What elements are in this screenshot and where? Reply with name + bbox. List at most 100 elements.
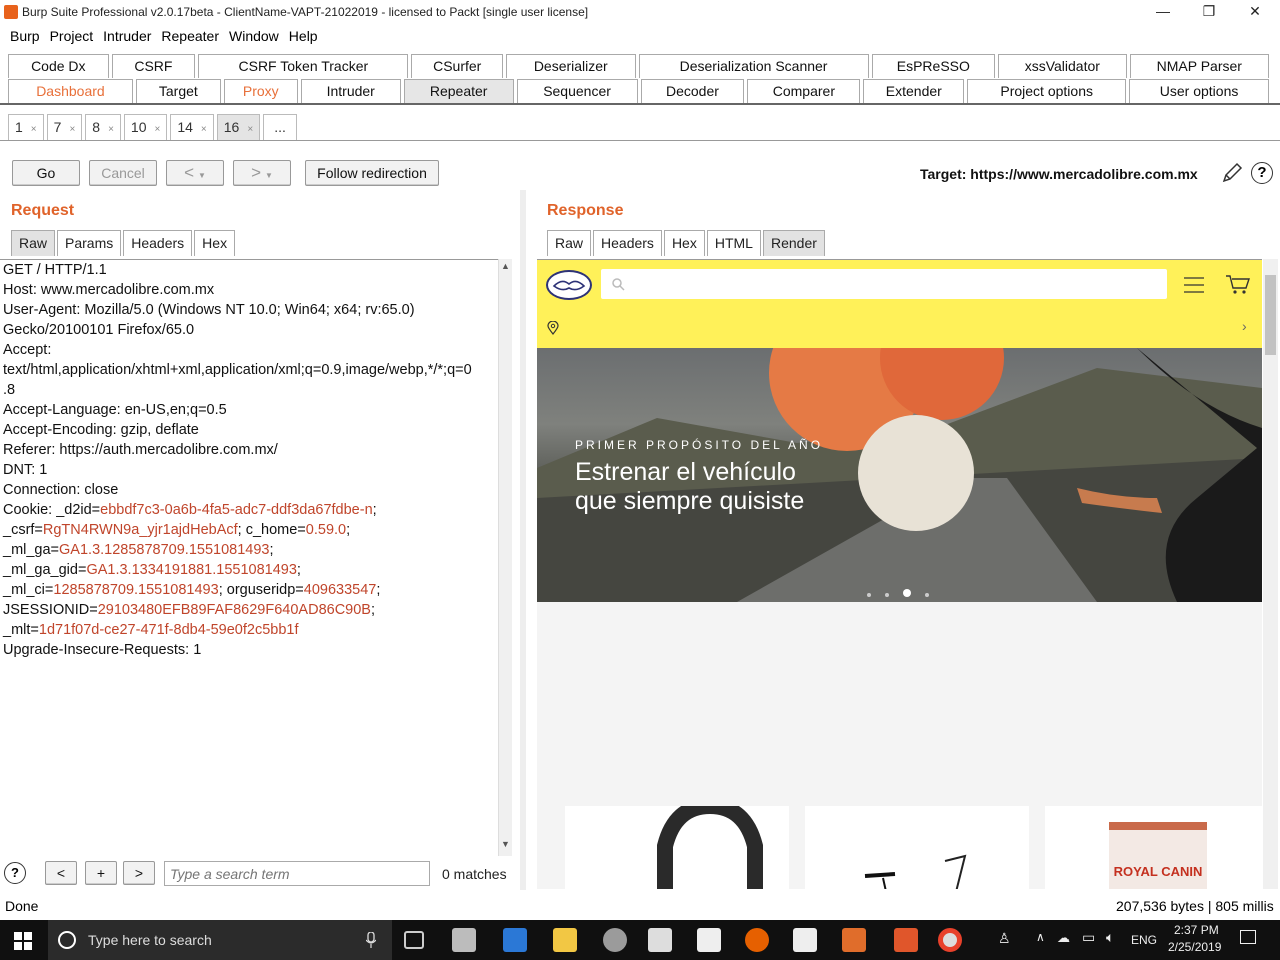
edge-icon[interactable] [503,928,527,952]
tab-extender[interactable]: Extender [863,79,965,103]
location-pin-icon[interactable] [547,321,559,335]
scroll-up-icon[interactable]: ▲ [501,261,510,271]
product-card-bike[interactable] [805,806,1029,889]
panel-splitter[interactable] [520,190,526,890]
repeater-tab-8[interactable]: 8 × [85,114,121,140]
network-icon[interactable]: ▭ [1082,929,1095,946]
task-view-icon[interactable] [404,931,424,949]
people-icon[interactable]: ♙ [998,930,1011,947]
tab-code-dx[interactable]: Code Dx [8,54,109,78]
minimize-button[interactable]: — [1140,0,1186,24]
menu-help[interactable]: Help [283,26,322,44]
microphone-icon[interactable] [366,932,376,948]
tab-dashboard[interactable]: Dashboard [8,79,133,103]
tab-intruder[interactable]: Intruder [300,79,401,103]
request-tab-headers[interactable]: Headers [123,230,193,256]
repeater-tab-16[interactable]: 16 × [216,114,261,140]
request-tab-raw[interactable]: Raw [11,230,56,256]
cloud-icon[interactable]: ☁ [1057,930,1070,946]
cancel-button[interactable]: Cancel [89,160,157,186]
tray-chevron-icon[interactable]: ∧ [1036,930,1045,944]
tab-sequencer[interactable]: Sequencer [516,79,638,103]
response-tab-hex[interactable]: Hex [663,230,705,256]
maximize-button[interactable]: ❐ [1186,0,1232,24]
file-explorer-icon[interactable] [553,928,577,952]
repeater-tab-1[interactable]: 1 × [8,114,44,140]
repeater-tab-14[interactable]: 14 × [170,114,214,140]
menu-project[interactable]: Project [44,26,98,44]
notifications-icon[interactable] [1240,930,1256,944]
tab-espresso[interactable]: EsPReSSO [871,54,996,78]
tab-xssvalidator[interactable]: xssValidator [998,54,1127,78]
menu-window[interactable]: Window [223,26,283,44]
taskbar-app-icon[interactable] [452,928,476,952]
mercadolibre-logo[interactable] [546,270,592,300]
close-tab-icon[interactable]: × [155,124,161,135]
photos-icon[interactable] [793,928,817,952]
search-input[interactable] [164,861,430,886]
request-editor[interactable]: GET / HTTP/1.1 Host: www.mercadolibre.com… [0,259,498,856]
scroll-thumb[interactable] [1265,275,1276,355]
tab-csrf[interactable]: CSRF [111,54,196,78]
forward-button[interactable]: > ▼ [233,160,291,186]
repeater-tab-10[interactable]: 10 × [123,114,168,140]
follow-redirection-button[interactable]: Follow redirection [305,160,439,186]
menu-intruder[interactable]: Intruder [97,26,155,44]
tab-target[interactable]: Target [135,79,221,103]
chrome-icon[interactable] [938,928,962,952]
tab-proxy[interactable]: Proxy [223,79,298,103]
response-tab-headers[interactable]: Headers [593,230,662,256]
repeater-tab-7[interactable]: 7 × [46,114,83,140]
windows-start-icon[interactable] [14,932,32,950]
new-repeater-tab[interactable]: ... [263,114,297,140]
chevron-right-icon[interactable]: › [1242,318,1247,334]
ml-search-input[interactable] [601,269,1167,299]
tab-project-options[interactable]: Project options [967,79,1127,103]
request-tab-params[interactable]: Params [57,230,122,256]
back-button[interactable]: < ▼ [166,160,224,186]
volume-icon[interactable]: 🔈︎ [1106,929,1114,946]
tab-nmap-parser[interactable]: NMAP Parser [1129,54,1269,78]
product-card-headphones[interactable] [565,797,789,889]
tab-csrf-token-tracker[interactable]: CSRF Token Tracker [198,54,409,78]
tab-user-options[interactable]: User options [1129,79,1270,103]
tab-deserialization-scanner[interactable]: Deserialization Scanner [638,54,869,78]
response-tab-render[interactable]: Render [762,230,825,256]
hamburger-menu-icon[interactable] [1183,276,1205,294]
close-tab-icon[interactable]: × [31,124,37,135]
menu-burp[interactable]: Burp [0,26,44,44]
response-tab-raw[interactable]: Raw [547,230,592,256]
scroll-down-icon[interactable]: ▼ [501,839,510,849]
close-tab-icon[interactable]: × [247,124,253,135]
tab-repeater[interactable]: Repeater [403,79,514,103]
response-tab-html[interactable]: HTML [706,230,761,256]
request-scrollbar[interactable]: ▲ ▼ [498,259,512,856]
clock-time[interactable]: 2:37 PM [1174,923,1219,937]
edit-target-icon[interactable] [1221,162,1243,184]
close-tab-icon[interactable]: × [201,124,207,135]
help-icon[interactable]: ? [1251,162,1273,184]
hero-banner[interactable]: PRIMER PROPÓSITO DEL AÑO Estrenar el veh… [537,348,1262,602]
burp-taskbar-icon[interactable] [894,928,918,952]
carousel-dots[interactable] [867,584,929,600]
response-scrollbar[interactable] [1263,259,1278,889]
search-add-button[interactable]: + [85,861,117,885]
close-tab-icon[interactable]: × [69,124,75,135]
firefox-icon[interactable] [745,928,769,952]
go-button[interactable]: Go [12,160,80,186]
request-tab-hex[interactable]: Hex [194,230,236,256]
product-card-royal-canin[interactable]: ROYAL CANIN [1045,806,1262,889]
search-help-icon[interactable]: ? [4,862,26,884]
taskbar-search[interactable]: Type here to search [48,920,392,960]
taskbar-app-icon[interactable] [697,928,721,952]
tab-comparer[interactable]: Comparer [747,79,861,103]
tab-csurfer[interactable]: CSurfer [411,54,504,78]
tab-decoder[interactable]: Decoder [640,79,745,103]
tab-deserializer[interactable]: Deserializer [506,54,636,78]
virtualbox-icon[interactable] [648,928,672,952]
close-window-button[interactable]: ✕ [1232,0,1278,24]
close-tab-icon[interactable]: × [108,124,114,135]
search-next-button[interactable]: > [123,861,155,885]
cart-icon[interactable] [1225,274,1251,296]
search-prev-button[interactable]: < [45,861,77,885]
